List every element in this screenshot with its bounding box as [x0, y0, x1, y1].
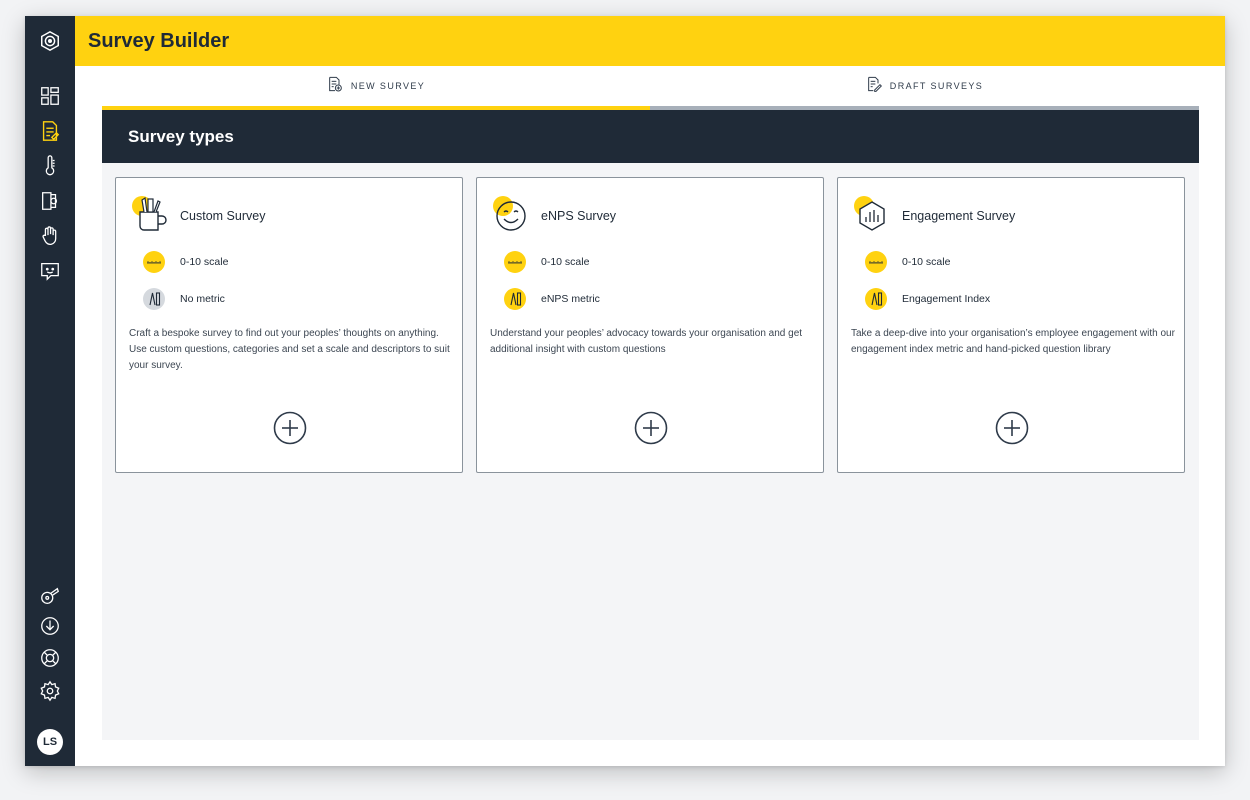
add-survey-button[interactable]: [995, 411, 1029, 445]
help-lifebuoy-icon[interactable]: [37, 645, 63, 671]
survey-icon[interactable]: [37, 118, 63, 144]
card-title: Custom Survey: [180, 209, 266, 223]
whistle-icon[interactable]: [37, 583, 63, 609]
card-title: Engagement Survey: [902, 209, 1016, 223]
card-header: eNPS Survey: [491, 192, 616, 240]
metric-compass-icon: [503, 287, 527, 311]
add-survey-button[interactable]: [634, 411, 668, 445]
metric-label: No metric: [180, 293, 225, 305]
metric-row: eNPS metric: [503, 287, 600, 311]
tab-new-survey-label: NEW SURVEY: [350, 81, 426, 91]
survey-card-engagement[interactable]: Engagement Survey 0-10 scale Engagement …: [837, 177, 1185, 473]
thermometer-icon[interactable]: [37, 153, 63, 179]
scale-row: 0-10 scale: [503, 250, 589, 274]
plus-circle-icon: [273, 411, 307, 445]
plus-circle-icon: [634, 411, 668, 445]
door-exit-icon[interactable]: [37, 188, 63, 214]
metric-label: eNPS metric: [541, 293, 600, 305]
dashboard-icon[interactable]: [37, 83, 63, 109]
sidebar: LS: [25, 16, 75, 766]
draft-survey-icon: [866, 76, 882, 97]
scale-label: 0-10 scale: [902, 256, 951, 268]
card-description: Craft a bespoke survey to find out your …: [129, 328, 450, 371]
logo-icon[interactable]: [37, 28, 63, 54]
main-content: Survey types Custom Survey 0-10 scale No…: [102, 110, 1199, 740]
download-icon[interactable]: [37, 613, 63, 639]
survey-card-enps[interactable]: eNPS Survey 0-10 scale eNPS metric Under…: [476, 177, 824, 473]
section-header: Survey types: [102, 110, 1199, 163]
metric-row: No metric: [142, 287, 225, 311]
feedback-chat-icon[interactable]: [37, 258, 63, 284]
settings-gear-icon[interactable]: [37, 678, 63, 704]
section-title: Survey types: [128, 127, 234, 146]
user-avatar[interactable]: LS: [37, 729, 63, 755]
card-title: eNPS Survey: [541, 209, 617, 223]
scale-row: 0-10 scale: [142, 250, 228, 274]
scale-ruler-icon: [142, 250, 166, 274]
scale-row: 0-10 scale: [864, 250, 950, 274]
top-bar: Survey Builder: [75, 16, 1225, 66]
survey-tabs: NEW SURVEY DRAFT SURVEYS: [102, 66, 1199, 110]
scale-ruler-icon: [864, 250, 888, 274]
scale-ruler-icon: [503, 250, 527, 274]
app-window: LS Survey Builder NEW SURVEY DRAFT SURVE…: [25, 16, 1225, 766]
hand-wave-icon[interactable]: [37, 223, 63, 249]
scale-label: 0-10 scale: [541, 256, 590, 268]
card-header: Engagement Survey: [852, 192, 1015, 240]
survey-card-custom[interactable]: Custom Survey 0-10 scale No metric Craft…: [115, 177, 463, 473]
app-title: Survey Builder: [88, 30, 230, 52]
hexagon-chart-icon: [852, 192, 894, 240]
add-survey-button[interactable]: [273, 411, 307, 445]
metric-label: Engagement Index: [902, 293, 991, 305]
new-survey-icon: [327, 76, 343, 97]
card-description: Understand your peoples’ advocacy toward…: [490, 328, 803, 355]
scale-label: 0-10 scale: [180, 256, 229, 268]
metric-compass-icon: [864, 287, 888, 311]
metric-row: Engagement Index: [864, 287, 990, 311]
smiley-face-icon: [491, 192, 533, 240]
card-header: Custom Survey: [130, 192, 265, 240]
metric-compass-icon: [142, 287, 166, 311]
tab-new-survey[interactable]: NEW SURVEY: [102, 66, 650, 110]
tab-draft-surveys[interactable]: DRAFT SURVEYS: [650, 66, 1199, 110]
plus-circle-icon: [995, 411, 1029, 445]
card-description: Take a deep-dive into your organisation’…: [851, 328, 1175, 355]
tab-draft-surveys-label: DRAFT SURVEYS: [889, 81, 984, 91]
pencil-cup-icon: [130, 192, 172, 240]
